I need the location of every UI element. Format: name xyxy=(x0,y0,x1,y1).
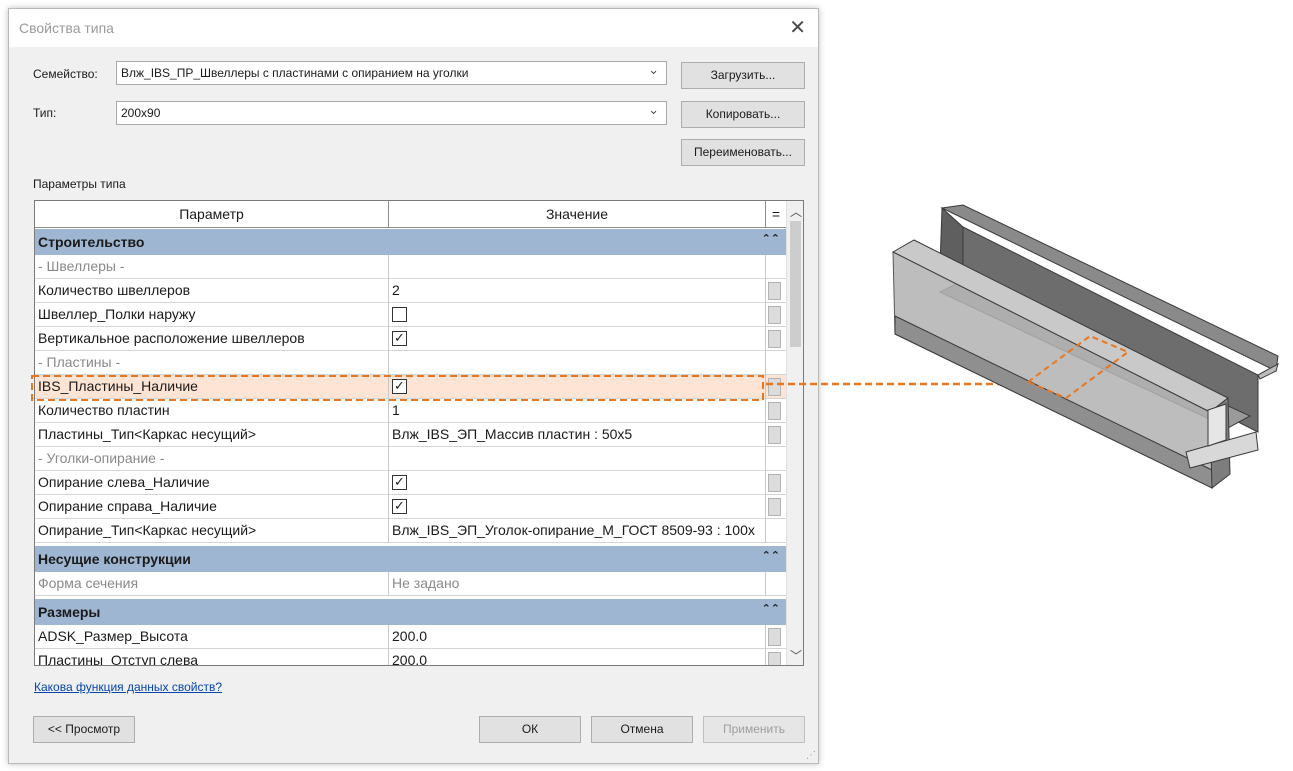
callout-overlay xyxy=(31,204,1279,490)
model-3d-view xyxy=(891,204,1279,490)
highlight-frame xyxy=(31,375,764,401)
